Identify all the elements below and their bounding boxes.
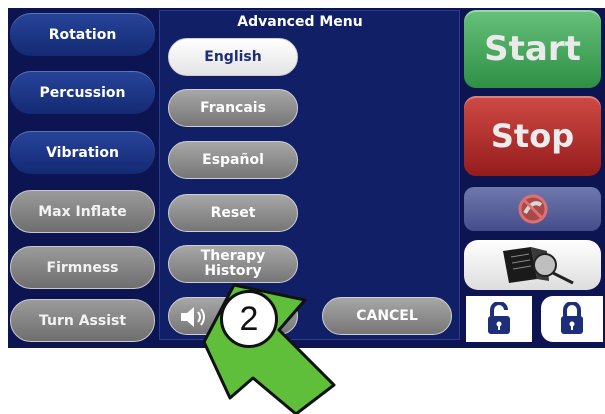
francais-button[interactable]: Francais xyxy=(168,89,298,127)
turn-assist-label: Turn Assist xyxy=(38,312,127,329)
stop-button[interactable]: Stop xyxy=(464,96,601,176)
cancel-button[interactable]: CANCEL xyxy=(322,297,452,335)
unlock-button[interactable] xyxy=(466,296,532,342)
vibration-button[interactable]: Vibration xyxy=(10,131,155,174)
no-symbol-icon xyxy=(518,194,547,224)
start-button[interactable]: Start xyxy=(464,10,601,88)
step-number-badge: 2 xyxy=(220,290,278,348)
firmness-button[interactable]: Firmness xyxy=(10,246,155,289)
vibration-label: Vibration xyxy=(46,144,119,161)
firmness-label: Firmness xyxy=(46,259,119,276)
manual-button[interactable] xyxy=(464,240,601,290)
francais-label: Francais xyxy=(200,99,266,116)
therapy-history-button[interactable]: Therapy History xyxy=(168,245,298,283)
therapy-history-label-line1: Therapy xyxy=(200,248,266,264)
speaker-icon xyxy=(181,307,205,327)
start-label: Start xyxy=(484,29,581,69)
unlock-icon xyxy=(488,302,510,334)
max-inflate-button[interactable]: Max Inflate xyxy=(10,190,155,233)
advanced-menu-title: Advanced Menu xyxy=(237,14,363,30)
rotation-button[interactable]: Rotation xyxy=(10,13,155,56)
turn-assist-button[interactable]: Turn Assist xyxy=(10,299,155,342)
english-label: English xyxy=(204,48,262,65)
rotation-label: Rotation xyxy=(48,26,117,43)
step-number: 2 xyxy=(239,299,259,338)
lock-icon xyxy=(561,302,583,334)
max-inflate-label: Max Inflate xyxy=(38,203,127,220)
alarm-mute-button[interactable] xyxy=(464,187,601,231)
therapy-history-label-line2: History xyxy=(204,263,262,279)
espanol-button[interactable]: Español xyxy=(168,141,298,179)
reset-label: Reset xyxy=(210,204,256,221)
percussion-label: Percussion xyxy=(39,84,126,101)
percussion-button[interactable]: Percussion xyxy=(10,71,155,114)
manual-magnifier-icon xyxy=(502,247,574,285)
cancel-label: CANCEL xyxy=(356,308,418,324)
english-button[interactable]: English xyxy=(168,38,298,76)
stop-label: Stop xyxy=(490,117,575,155)
lock-button[interactable] xyxy=(541,296,603,342)
reset-button[interactable]: Reset xyxy=(168,194,298,232)
espanol-label: Español xyxy=(202,151,264,168)
